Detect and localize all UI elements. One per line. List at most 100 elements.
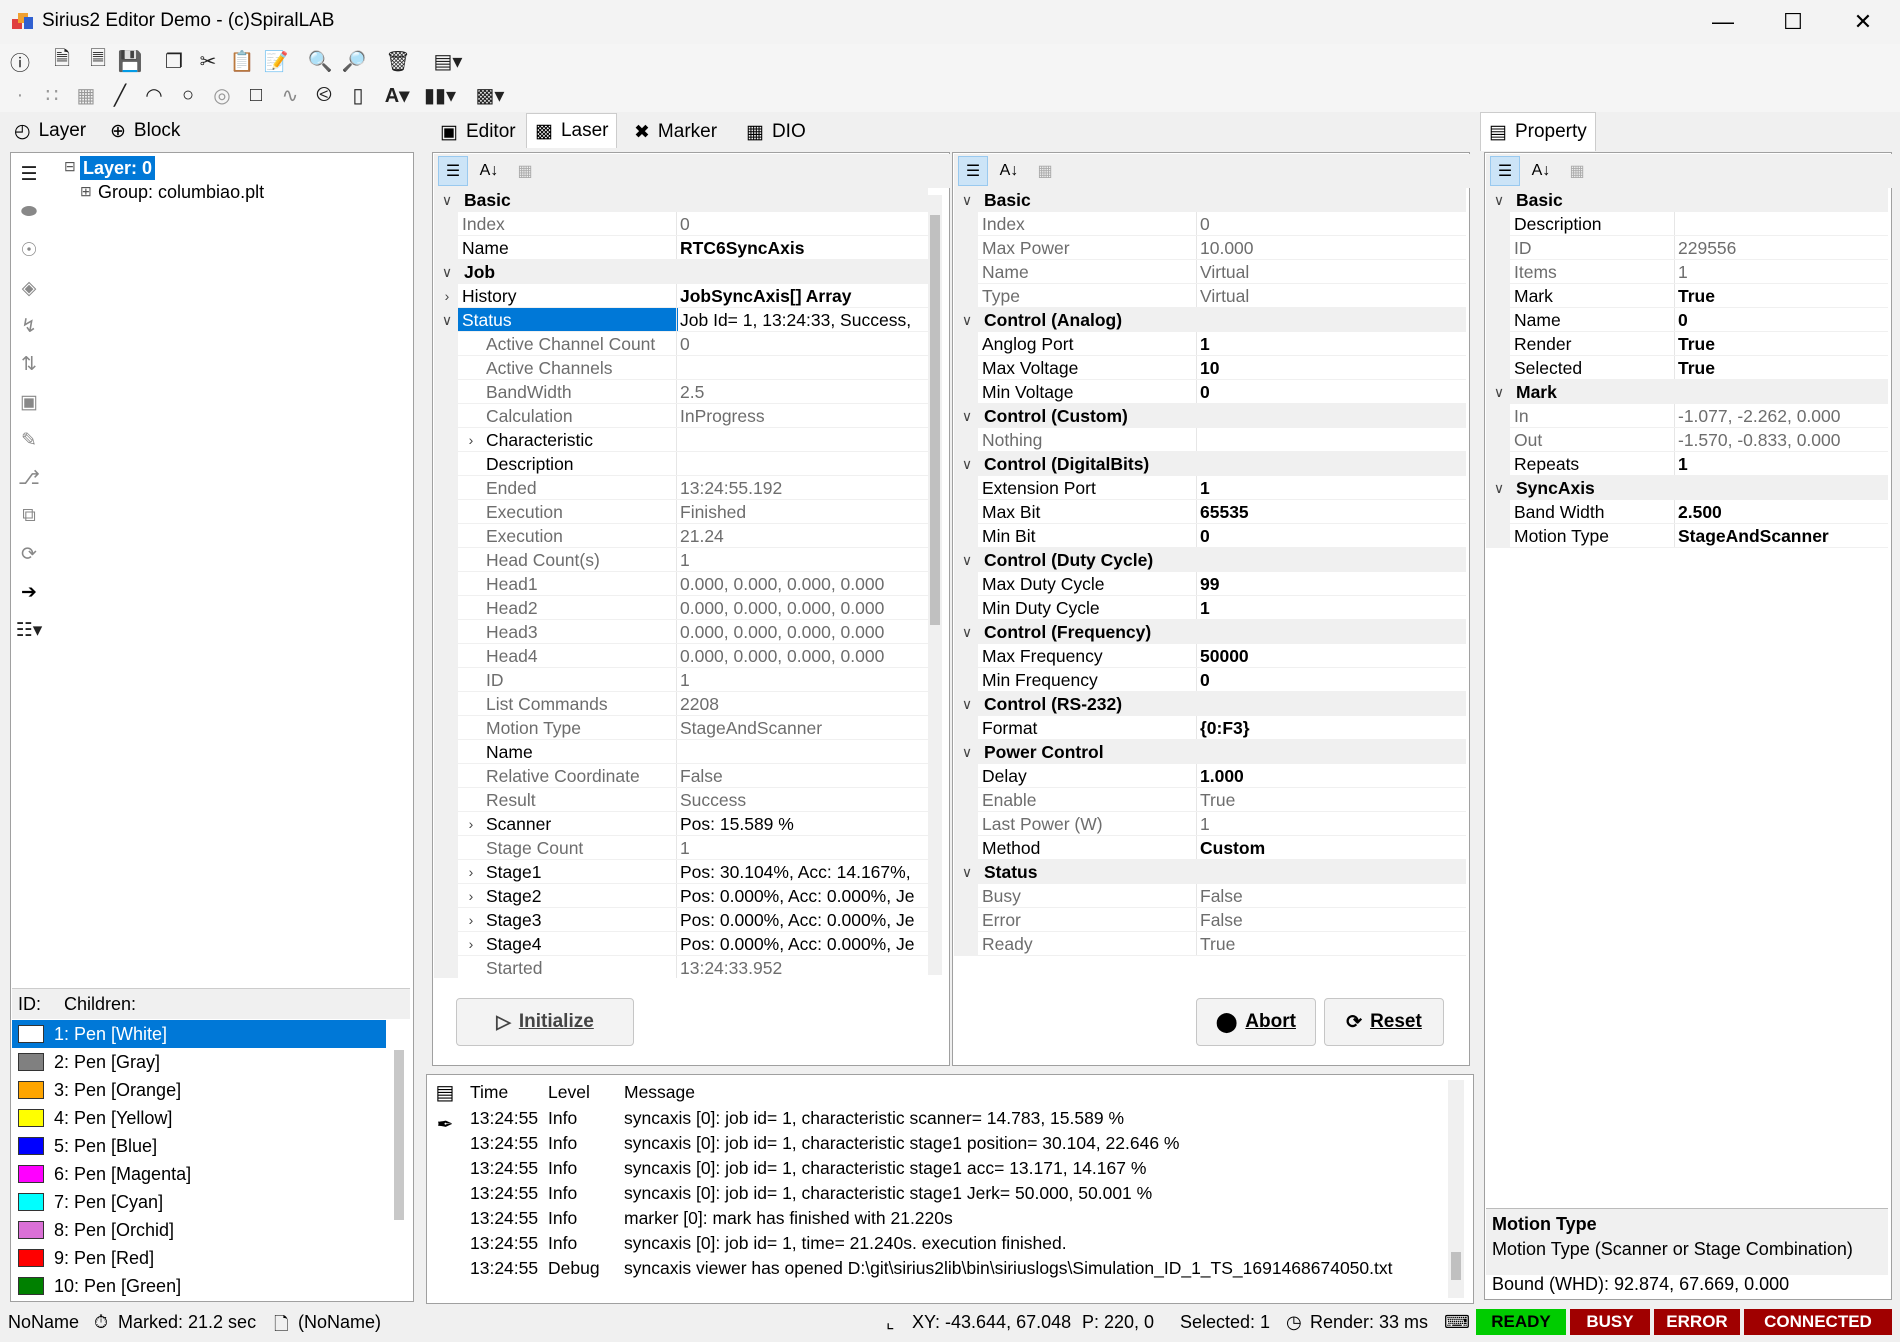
property-value[interactable]: Custom: [1200, 836, 1464, 860]
settings-dropdown-icon[interactable]: ☷▾: [12, 611, 46, 649]
category-row[interactable]: ∨ Control (Frequency): [954, 620, 1466, 644]
property-value[interactable]: 99: [1200, 572, 1464, 596]
property-value[interactable]: 1: [680, 668, 926, 692]
property-pages-icon[interactable]: ▦: [510, 156, 540, 186]
property-row[interactable]: Max Frequency 50000: [954, 644, 1466, 668]
property-value[interactable]: 0: [1200, 668, 1464, 692]
property-row[interactable]: Motion Type StageAndScanner: [434, 716, 928, 740]
property-row[interactable]: Result Success: [434, 788, 928, 812]
property-value[interactable]: Job Id= 1, 13:24:33, Success,: [680, 308, 926, 332]
categorized-icon[interactable]: ☰: [958, 156, 988, 186]
point-icon[interactable]: ·: [6, 81, 34, 109]
tab-marker[interactable]: ✖ Marker: [626, 115, 725, 149]
property-value[interactable]: RTC6SyncAxis: [680, 236, 926, 260]
path-icon[interactable]: ↯: [12, 307, 46, 345]
property-value[interactable]: 0: [1200, 212, 1464, 236]
property-row[interactable]: Delay 1.000: [954, 764, 1466, 788]
expand-chevron-icon[interactable]: ›: [462, 860, 480, 884]
polyline-icon[interactable]: ∿: [276, 81, 304, 109]
property-row[interactable]: Head4 0.000, 0.000, 0.000, 0.000: [434, 644, 928, 668]
trepan-icon[interactable]: ◎: [208, 81, 236, 109]
property-row[interactable]: BandWidth 2.5: [434, 380, 928, 404]
barcode-dropdown-icon[interactable]: ▮▮▾: [420, 81, 460, 109]
category-row[interactable]: ∨ Basic: [434, 188, 928, 212]
log-row[interactable]: 13:24:55 Info syncaxis [0]: job id= 1, cha…: [464, 1156, 1448, 1181]
layers-icon[interactable]: ☰: [12, 155, 46, 193]
property-row[interactable]: Execution 21.24: [434, 524, 928, 548]
pen-list-item[interactable]: 2: Pen [Gray]: [12, 1048, 386, 1076]
pen-list-item[interactable]: 5: Pen [Blue]: [12, 1132, 386, 1160]
category-row[interactable]: ∨ Control (Analog): [954, 308, 1466, 332]
property-row[interactable]: Name 0: [1486, 308, 1888, 332]
fill-icon[interactable]: ◈: [12, 269, 46, 307]
log-scrollbar[interactable]: [1448, 1080, 1464, 1298]
property-row[interactable]: In -1.077, -2.262, 0.000: [1486, 404, 1888, 428]
log-row[interactable]: 13:24:55 Info syncaxis [0]: job id= 1, cha…: [464, 1181, 1448, 1206]
zoom-out-icon[interactable]: 🔍: [306, 47, 334, 75]
property-value[interactable]: 0.000, 0.000, 0.000, 0.000: [680, 596, 926, 620]
alphabetical-icon[interactable]: A↓: [474, 156, 504, 186]
property-row[interactable]: Head2 0.000, 0.000, 0.000, 0.000: [434, 596, 928, 620]
property-value[interactable]: StageAndScanner: [1678, 524, 1886, 548]
log-row[interactable]: 13:24:55 Info syncaxis [0]: job id= 1, cha…: [464, 1106, 1448, 1131]
collapse-chevron-icon[interactable]: ∨: [1490, 476, 1508, 500]
property-value[interactable]: True: [1200, 788, 1464, 812]
property-row[interactable]: Min Voltage 0: [954, 380, 1466, 404]
property-row[interactable]: Ready True: [954, 932, 1466, 956]
property-value[interactable]: 229556: [1678, 236, 1886, 260]
property-row[interactable]: Head Count(s) 1: [434, 548, 928, 572]
property-row[interactable]: Name RTC6SyncAxis: [434, 236, 928, 260]
log-list-icon[interactable]: ▤: [430, 1080, 460, 1112]
property-row[interactable]: Stage Count 1: [434, 836, 928, 860]
property-value[interactable]: False: [1200, 884, 1464, 908]
tab-layer[interactable]: ◴ Layer: [6, 114, 94, 148]
property-value[interactable]: 0.000, 0.000, 0.000, 0.000: [680, 572, 926, 596]
reset-button[interactable]: ⟳ Reset: [1324, 998, 1444, 1046]
property-row[interactable]: Band Width 2.500: [1486, 500, 1888, 524]
property-value[interactable]: -1.570, -0.833, 0.000: [1678, 428, 1886, 452]
property-row[interactable]: Error False: [954, 908, 1466, 932]
expand-chevron-icon[interactable]: ›: [462, 932, 480, 956]
ungroup-icon[interactable]: ☉: [12, 231, 46, 269]
pen-list-item[interactable]: 9: Pen [Red]: [12, 1244, 386, 1272]
open-file-icon[interactable]: 🗏: [84, 47, 112, 75]
collapse-chevron-icon[interactable]: ∨: [438, 188, 456, 212]
property-pages-icon[interactable]: ▦: [1030, 156, 1060, 186]
tab-block[interactable]: ⊕ Block: [102, 114, 188, 148]
property-value[interactable]: {0:F3}: [1200, 716, 1464, 740]
group-icon[interactable]: ⬬: [12, 193, 46, 231]
property-row[interactable]: › History JobSyncAxis[] Array: [434, 284, 928, 308]
circle-icon[interactable]: ○: [174, 81, 202, 109]
collapse-icon[interactable]: ⊟: [64, 158, 76, 175]
property-value[interactable]: JobSyncAxis[] Array: [680, 284, 926, 308]
property-value[interactable]: 0: [680, 212, 926, 236]
property-row[interactable]: Min Frequency 0: [954, 668, 1466, 692]
collapse-chevron-icon[interactable]: ∨: [958, 740, 976, 764]
property-row[interactable]: Active Channels: [434, 356, 928, 380]
log-col-time[interactable]: Time: [470, 1078, 508, 1106]
property-row[interactable]: Calculation InProgress: [434, 404, 928, 428]
property-value[interactable]: 1.000: [1200, 764, 1464, 788]
property-row[interactable]: Name: [434, 740, 928, 764]
property-value[interactable]: Pos: 30.104%, Acc: 14.167%,: [680, 860, 926, 884]
collapse-chevron-icon[interactable]: ∨: [958, 548, 976, 572]
property-value[interactable]: 13:24:55.192: [680, 476, 926, 500]
property-value[interactable]: 1: [1200, 332, 1464, 356]
alphabetical-icon[interactable]: A↓: [1526, 156, 1556, 186]
arc-icon[interactable]: ◠: [140, 81, 168, 109]
collapse-chevron-icon[interactable]: ∨: [958, 860, 976, 884]
property-value[interactable]: Pos: 0.000%, Acc: 0.000%, Je: [680, 884, 926, 908]
property-value[interactable]: 1: [1678, 452, 1886, 476]
points-icon[interactable]: ∷: [38, 81, 66, 109]
property-row[interactable]: Active Channel Count 0: [434, 332, 928, 356]
property-row[interactable]: Execution Finished: [434, 500, 928, 524]
property-row[interactable]: Enable True: [954, 788, 1466, 812]
tab-property[interactable]: ▤ Property: [1480, 112, 1596, 151]
expand-chevron-icon[interactable]: ›: [438, 284, 456, 308]
pen-list-item[interactable]: 4: Pen [Yellow]: [12, 1104, 386, 1132]
property-value[interactable]: 1: [1200, 812, 1464, 836]
alphabetical-icon[interactable]: A↓: [994, 156, 1024, 186]
property-value[interactable]: 0: [1678, 308, 1886, 332]
fit-icon[interactable]: ▣: [12, 383, 46, 421]
merge-icon[interactable]: ⧉: [12, 497, 46, 535]
